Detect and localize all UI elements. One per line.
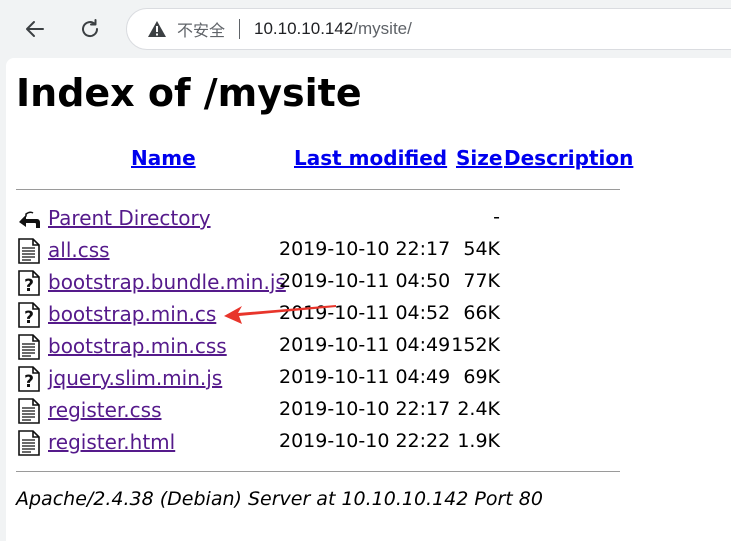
address-bar[interactable]: 不安全 10.10.10.142/mysite/: [126, 8, 731, 50]
back-button[interactable]: [18, 12, 52, 46]
unknown-file-icon: ?: [18, 366, 40, 392]
file-date: 2019-10-10 22:22: [279, 430, 451, 452]
divider: [16, 471, 620, 472]
list-item: bootstrap.min.css 2019-10-11 04:49 152K: [16, 332, 620, 362]
text-file-icon: [18, 398, 40, 424]
file-date: 2019-10-11 04:50: [279, 270, 451, 292]
file-link[interactable]: register.html: [48, 430, 175, 454]
list-item: ? bootstrap.bundle.min.js 2019-10-11 04:…: [16, 268, 620, 298]
file-date: 2019-10-11 04:49: [279, 334, 451, 356]
file-size: 54K: [463, 238, 500, 260]
unknown-file-icon: ?: [18, 270, 40, 296]
file-size: -: [493, 206, 500, 228]
back-arrow-icon: [26, 21, 44, 37]
file-size: 69K: [463, 366, 500, 388]
file-link[interactable]: all.css: [48, 238, 110, 262]
file-date: 2019-10-11 04:49: [279, 366, 451, 388]
page-title: Index of /mysite: [16, 71, 362, 115]
url-path: /mysite/: [353, 19, 412, 38]
file-link[interactable]: Parent Directory: [48, 206, 211, 230]
text-file-icon: [18, 238, 40, 264]
url-text[interactable]: 10.10.10.142/mysite/: [254, 19, 412, 39]
red-arrow-annotation: [224, 305, 336, 324]
file-link[interactable]: jquery.slim.min.js: [48, 366, 222, 390]
file-size: 66K: [463, 302, 500, 324]
reload-button[interactable]: [73, 12, 107, 46]
file-link[interactable]: bootstrap.bundle.min.js: [48, 270, 286, 294]
server-signature: Apache/2.4.38 (Debian) Server at 10.10.1…: [16, 488, 543, 510]
page-content: Index of /mysite Name Last modified Size…: [6, 58, 731, 541]
file-link[interactable]: bootstrap.min.css: [48, 334, 227, 358]
file-link[interactable]: bootstrap.min.cs: [48, 302, 216, 326]
warning-icon[interactable]: [147, 20, 167, 38]
unknown-file-icon: ?: [18, 302, 40, 328]
list-item: ? jquery.slim.min.js 2019-10-11 04:49 69…: [16, 364, 620, 394]
list-item: Parent Directory -: [16, 204, 620, 234]
text-file-icon: [18, 334, 40, 360]
divider: [16, 189, 620, 190]
url-host: 10.10.10.142: [254, 19, 354, 38]
column-header-last-modified[interactable]: Last modified: [294, 146, 447, 170]
security-label[interactable]: 不安全: [177, 17, 225, 41]
column-header-size[interactable]: Size: [456, 146, 502, 170]
file-size: 1.9K: [457, 430, 500, 452]
reload-icon: [82, 19, 99, 38]
file-size: 2.4K: [457, 398, 500, 420]
file-size: 77K: [463, 270, 500, 292]
column-header-description[interactable]: Description: [504, 146, 633, 170]
file-link[interactable]: register.css: [48, 398, 162, 422]
svg-text:?: ?: [24, 372, 34, 392]
file-date: 2019-10-10 22:17: [279, 238, 451, 260]
separator: [239, 19, 241, 39]
list-item: all.css 2019-10-10 22:17 54K: [16, 236, 620, 266]
svg-text:?: ?: [24, 308, 34, 328]
list-item: register.css 2019-10-10 22:17 2.4K: [16, 396, 620, 426]
back-icon: [19, 211, 40, 228]
svg-text:?: ?: [24, 276, 34, 296]
text-file-icon: [18, 430, 40, 456]
file-size: 152K: [451, 334, 500, 356]
file-date: 2019-10-10 22:17: [279, 398, 451, 420]
column-header-name[interactable]: Name: [131, 146, 196, 170]
list-item: register.html 2019-10-10 22:22 1.9K: [16, 428, 620, 458]
browser-toolbar: 不安全 10.10.10.142/mysite/: [0, 0, 731, 58]
